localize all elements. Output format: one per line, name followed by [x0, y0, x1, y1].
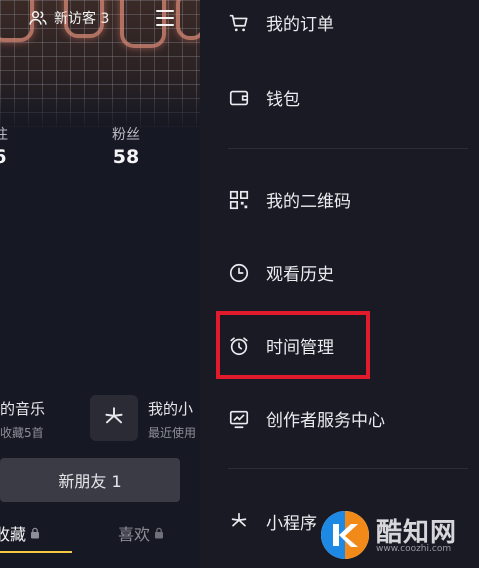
mini-program-tile[interactable] [90, 395, 138, 441]
tab-favorites-label: 收藏 [0, 525, 27, 544]
watermark-logo [321, 511, 369, 559]
menu-item-wallet[interactable]: 钱包 [228, 85, 300, 110]
highlight-box [216, 311, 370, 379]
menu-divider [228, 468, 468, 469]
music-title: 的音乐 [0, 400, 46, 418]
wallet-icon [229, 90, 249, 105]
tab-favorites[interactable]: 收藏 [0, 521, 40, 545]
menu-icon[interactable] [156, 10, 174, 26]
menu-divider [228, 148, 468, 149]
new-friends-button[interactable]: 新朋友 1 [0, 458, 180, 502]
cart-icon [229, 14, 248, 31]
following-count: 76 [0, 146, 8, 168]
fans-count: 58 [112, 146, 140, 168]
visitors-icon [29, 11, 47, 25]
side-drawer-menu: 我的订单 钱包 我的二维码 观看历史 时间管理 创作者服务中心 小程序 [200, 0, 479, 568]
my-music-entry[interactable]: 的音乐 收藏5首 [0, 398, 45, 441]
mini-title: 我的小 [148, 400, 194, 418]
menu-item-creator-center[interactable]: 创作者服务中心 [228, 406, 385, 431]
menu-item-mini-programs-label: 小程序 [266, 514, 317, 534]
mini-program-icon [105, 407, 123, 424]
menu-item-qr-code[interactable]: 我的二维码 [228, 187, 351, 212]
tab-likes-label: 喜欢 [118, 525, 151, 544]
watermark: 酷知网 www.coozhi.com [318, 508, 478, 564]
my-mini-programs-entry[interactable]: 我的小 最近使用 [148, 398, 200, 441]
menu-item-wallet-label: 钱包 [266, 90, 300, 110]
fans-stat[interactable]: 粉丝 58 [112, 124, 140, 168]
menu-item-creator-center-label: 创作者服务中心 [266, 411, 385, 431]
qr-code-icon [229, 190, 249, 209]
mini-program-icon [231, 512, 247, 526]
menu-item-qr-code-label: 我的二维码 [266, 192, 351, 212]
visitors-label: 新访客 3 [54, 11, 110, 27]
following-stat[interactable]: 关注 76 [0, 124, 8, 168]
active-tab-indicator [0, 551, 72, 553]
tab-likes[interactable]: 喜欢 [118, 521, 164, 545]
mini-subtitle: 最近使用 [148, 426, 197, 440]
following-label: 关注 [0, 127, 8, 143]
new-visitors-button[interactable]: 新访客 3 [28, 8, 109, 28]
menu-item-orders-label: 我的订单 [266, 15, 334, 35]
menu-item-orders[interactable]: 我的订单 [228, 10, 334, 35]
menu-item-watch-history-label: 观看历史 [266, 265, 334, 285]
clock-icon [229, 263, 249, 282]
watermark-url: www.coozhi.com [376, 544, 452, 554]
menu-item-watch-history[interactable]: 观看历史 [228, 260, 334, 285]
profile-page: 新访客 3 关注 76 粉丝 58 的音乐 收藏5首 我的小 最近使用 新朋友 … [0, 0, 200, 568]
menu-item-mini-programs[interactable]: 小程序 [228, 509, 317, 534]
lock-icon [155, 527, 164, 539]
chart-monitor-icon [229, 410, 249, 428]
music-subtitle: 收藏5首 [0, 426, 44, 440]
fans-label: 粉丝 [112, 127, 140, 143]
lock-icon [31, 527, 40, 539]
